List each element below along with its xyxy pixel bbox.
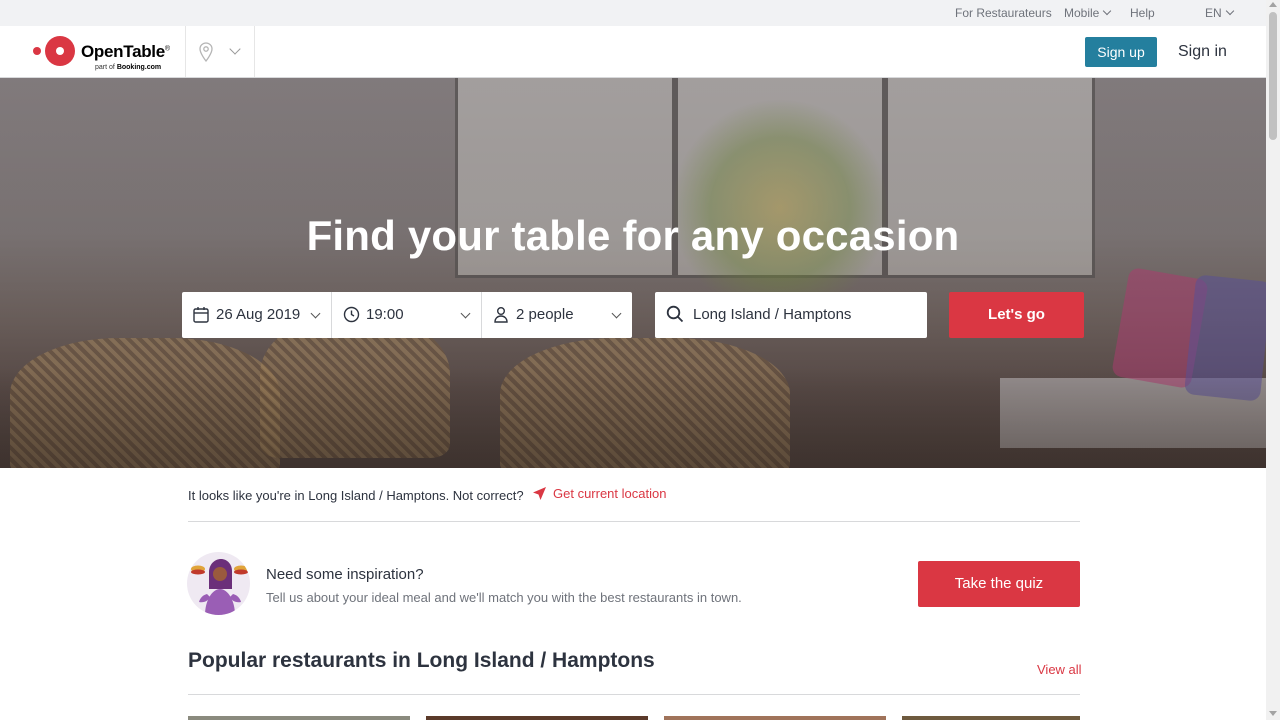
language-label: EN xyxy=(1205,6,1222,20)
language-selector[interactable]: EN xyxy=(1205,6,1234,20)
divider xyxy=(188,694,1080,695)
mobile-menu-label: Mobile xyxy=(1064,6,1100,20)
get-current-location-label: Get current location xyxy=(553,486,667,501)
time-value: 19:00 xyxy=(366,306,404,323)
time-picker[interactable]: 19:00 xyxy=(332,292,482,338)
restaurant-card[interactable] xyxy=(188,716,410,720)
location-search-input[interactable]: Long Island / Hamptons xyxy=(655,292,927,338)
inspiration-title: Need some inspiration? xyxy=(266,566,424,583)
logo-ring xyxy=(45,36,75,66)
metro-location-picker[interactable] xyxy=(185,26,255,77)
lets-go-button[interactable]: Let's go xyxy=(949,292,1084,338)
restaurant-card[interactable] xyxy=(902,716,1080,720)
person-icon xyxy=(494,307,508,323)
date-value: 26 Aug 2019 xyxy=(216,306,301,323)
popular-restaurants-heading: Popular restaurants in Long Island / Ham… xyxy=(188,649,655,672)
restaurant-card[interactable] xyxy=(664,716,886,720)
logo-text: OpenTable® xyxy=(81,42,170,61)
page-scrollbar[interactable] xyxy=(1266,0,1280,720)
chevron-down-icon xyxy=(460,308,471,319)
scrollbar-thumb[interactable] xyxy=(1269,12,1277,140)
date-picker[interactable]: 26 Aug 2019 xyxy=(182,292,332,338)
calendar-icon xyxy=(193,307,209,323)
party-size-value: 2 people xyxy=(516,306,574,323)
location-pin-icon xyxy=(199,42,213,62)
view-all-link[interactable]: View all xyxy=(1037,662,1082,677)
hero-title: Find your table for any occasion xyxy=(306,212,960,259)
navigation-arrow-icon xyxy=(533,487,546,500)
take-the-quiz-button[interactable]: Take the quiz xyxy=(918,561,1080,607)
hero-bg-plant xyxy=(670,98,890,318)
reservation-pickers: 26 Aug 2019 19:00 2 people xyxy=(182,292,632,338)
logo-subtitle: part of Booking.com xyxy=(95,64,162,71)
chevron-down-icon xyxy=(1225,6,1234,16)
sign-in-button[interactable]: Sign in xyxy=(1178,43,1227,61)
restaurant-card[interactable] xyxy=(426,716,648,720)
scroll-down-arrow-icon[interactable] xyxy=(1269,711,1277,716)
sign-up-button[interactable]: Sign up xyxy=(1085,37,1157,67)
hero-banner: Find your table for any occasion 26 Aug … xyxy=(0,78,1266,468)
chevron-down-icon xyxy=(229,43,241,55)
clock-icon xyxy=(343,306,360,323)
mobile-menu[interactable]: Mobile xyxy=(1064,6,1112,20)
reservation-search-form: 26 Aug 2019 19:00 2 people Long Island /… xyxy=(0,292,1266,338)
hero-bg-floor xyxy=(0,368,1266,468)
inspiration-description: Tell us about your ideal meal and we'll … xyxy=(266,590,742,605)
logo-dot xyxy=(33,47,41,55)
for-restaurateurs-link[interactable]: For Restaurateurs xyxy=(955,6,1052,20)
opentable-logo[interactable]: OpenTable® part of Booking.com xyxy=(33,32,173,72)
chevron-down-icon xyxy=(310,308,321,319)
chevron-down-icon xyxy=(611,308,622,319)
location-notice-text: It looks like you're in Long Island / Ha… xyxy=(188,488,524,503)
chevron-down-icon xyxy=(1103,6,1112,16)
divider xyxy=(188,521,1080,522)
site-header: OpenTable® part of Booking.com Sign up S… xyxy=(0,26,1266,78)
utility-bar: For Restaurateurs Mobile Help EN xyxy=(0,0,1266,26)
location-search-value: Long Island / Hamptons xyxy=(693,306,852,323)
scroll-up-arrow-icon[interactable] xyxy=(1269,2,1277,7)
inspiration-illustration xyxy=(187,552,250,615)
search-icon xyxy=(666,305,684,323)
help-link[interactable]: Help xyxy=(1130,6,1155,20)
get-current-location-link[interactable]: Get current location xyxy=(532,486,666,501)
party-size-picker[interactable]: 2 people xyxy=(482,292,632,338)
